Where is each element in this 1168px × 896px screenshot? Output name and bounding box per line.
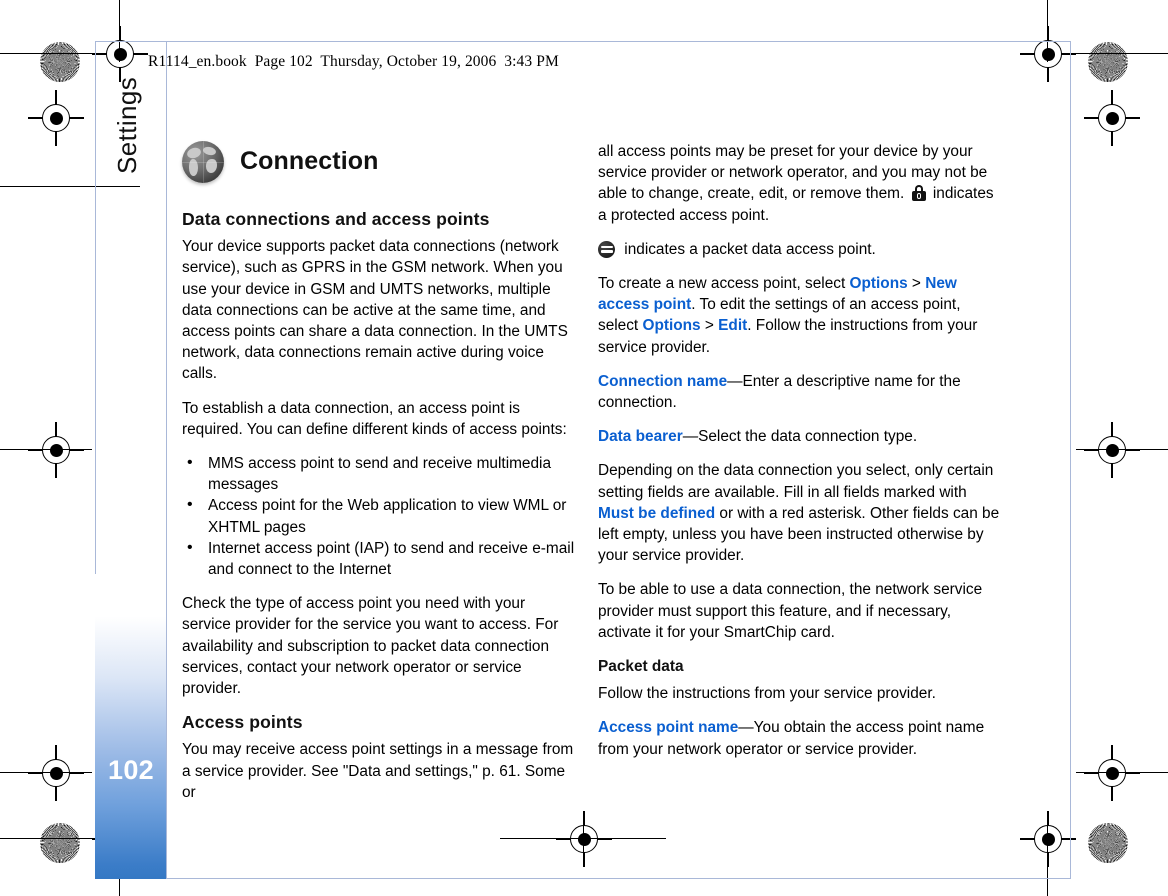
page-title: Connection [240, 147, 379, 176]
registration-target-right-upper [1084, 90, 1140, 146]
paragraph-data-bearer: Data bearer—Select the data connection t… [598, 426, 1000, 447]
crop-mark-bottom-center-v [583, 820, 585, 860]
page-side-band [95, 574, 167, 879]
crop-mark-bottom-center-h [500, 838, 666, 840]
heading-packet-data: Packet data [598, 658, 684, 676]
print-page: R1114_en.book Page 102 Thursday, October… [0, 0, 1168, 896]
ui-term-options-2: Options [642, 317, 701, 335]
depending-text-1: Depending on the data connection you sel… [598, 462, 994, 501]
column-rule [166, 41, 167, 879]
crop-mark-mid-right-h [1076, 449, 1168, 451]
ui-term-must-be-defined: Must be defined [598, 504, 716, 522]
packet-indicator-text: indicates a packet data access point. [620, 240, 876, 258]
crop-mark-top-band-h [0, 186, 140, 188]
paragraph-access-point-name: Access point name—You obtain the access … [598, 717, 1000, 759]
registration-starburst-bottom-right [1088, 823, 1128, 863]
paragraph-create-access-point: To create a new access point, select Opt… [598, 273, 1000, 358]
registration-starburst-top-right [1088, 42, 1128, 82]
crop-mark-low-right-h [1076, 772, 1168, 774]
separator-2: > [700, 317, 719, 335]
page-number: 102 [108, 755, 154, 785]
crop-mark-top-left-h [0, 53, 92, 55]
paragraph-packet-data-indicator: indicates a packet data access point. [598, 239, 1000, 260]
paragraph-check-type: Check the type of access point you need … [182, 595, 559, 698]
crop-mark-mid-left-h [0, 449, 92, 451]
registration-target-left-upper [28, 90, 84, 146]
crop-mark-top-right-h [1076, 53, 1168, 55]
paragraph-preset-access-points: all access points may be preset for your… [598, 141, 1000, 226]
heading-access-points: Access points [182, 712, 303, 733]
crop-mark-top-right-v [1047, 0, 1049, 62]
paragraph-follow-instructions: Follow the instructions from your servic… [598, 685, 936, 703]
paragraph-establish-connection: To establish a data connection, an acces… [182, 399, 567, 438]
paragraph-connection-name: Connection name—Enter a descriptive name… [598, 371, 1000, 413]
paragraph-receive-settings: You may receive access point settings in… [182, 741, 574, 801]
ui-term-edit: Edit [718, 317, 748, 335]
paragraph-depending-on-connection: Depending on the data connection you sel… [598, 460, 1000, 566]
globe-icon [182, 141, 224, 183]
data-bearer-text: —Select the data connection type. [682, 428, 918, 446]
right-text-column: all access points may be preset for your… [598, 141, 1000, 773]
left-text-column: Connection Data connections and access p… [182, 141, 576, 816]
padlock-icon [911, 185, 926, 202]
ui-term-options-1: Options [849, 275, 908, 293]
heading-data-connections: Data connections and access points [182, 209, 490, 229]
list-item: Internet access point (IAP) to send and … [182, 537, 576, 580]
chapter-title: Settings [112, 76, 142, 174]
ui-term-data-bearer: Data bearer [598, 428, 683, 446]
create-text-1: To create a new access point, select [598, 275, 850, 293]
separator-1: > [907, 275, 926, 293]
registration-starburst-top-left [40, 42, 80, 82]
paragraph-device-supports: Your device supports packet data connect… [182, 238, 568, 383]
ui-term-connection-name: Connection name [598, 372, 728, 390]
access-point-type-list: MMS access point to send and receive mul… [182, 452, 576, 580]
paragraph-network-service-support: To be able to use a data connection, the… [598, 581, 983, 641]
packet-data-icon [598, 240, 615, 258]
list-item: MMS access point to send and receive mul… [182, 452, 576, 495]
section-header: Connection [182, 141, 576, 183]
ui-term-access-point-name: Access point name [598, 719, 739, 737]
registration-starburst-bottom-left [40, 823, 80, 863]
crop-mark-bottom-right-v [1047, 820, 1049, 896]
print-header-text: R1114_en.book Page 102 Thursday, October… [148, 53, 559, 70]
list-item: Access point for the Web application to … [182, 494, 576, 537]
crop-mark-low-left-h [0, 772, 92, 774]
